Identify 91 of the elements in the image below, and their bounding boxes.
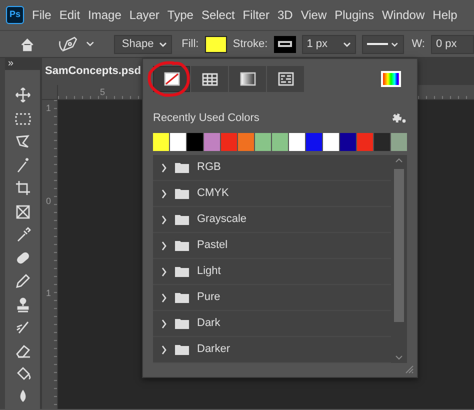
- folder-icon: [175, 214, 189, 225]
- folder-name[interactable]: Dark: [197, 315, 220, 332]
- section-label: Recently Used Colors: [153, 110, 260, 126]
- folder-icon: [175, 318, 189, 329]
- color-swatch[interactable]: [306, 133, 322, 151]
- color-swatch[interactable]: [391, 133, 407, 151]
- menu-item[interactable]: Select: [201, 6, 235, 24]
- chevron-icon[interactable]: [161, 318, 167, 328]
- folder-name[interactable]: RGB: [197, 159, 221, 176]
- line-style-dropdown[interactable]: [362, 34, 404, 54]
- chevron-icon[interactable]: [161, 292, 167, 302]
- menu-item[interactable]: Layer: [129, 6, 160, 24]
- menu-item[interactable]: Image: [88, 6, 122, 24]
- settings-icon[interactable]: [391, 112, 407, 124]
- frame-icon[interactable]: [14, 202, 32, 221]
- app-logo[interactable]: Ps: [6, 6, 24, 24]
- menu-item[interactable]: Type: [167, 6, 194, 24]
- width-field[interactable]: 0 px: [430, 34, 474, 54]
- ruler-label: 1: [46, 102, 52, 115]
- tool-mode-dropdown[interactable]: Shape: [114, 34, 172, 54]
- menu-item[interactable]: File: [32, 6, 52, 24]
- collapse-toggle[interactable]: »: [5, 58, 40, 70]
- folder-name[interactable]: Light: [197, 263, 221, 280]
- folder-name[interactable]: CMYK: [197, 185, 229, 202]
- width-label: W:: [412, 36, 425, 52]
- color-swatch[interactable]: [272, 133, 288, 151]
- move-icon[interactable]: [14, 86, 32, 104]
- color-swatch[interactable]: [374, 133, 390, 151]
- stroke-width-field[interactable]: 1 px: [302, 34, 356, 54]
- color-swatch[interactable]: [238, 133, 254, 151]
- ruler-label: 1: [46, 287, 52, 300]
- chevron-icon[interactable]: [161, 266, 167, 276]
- ruler-label: 5: [100, 86, 106, 99]
- home-icon[interactable]: [20, 36, 35, 52]
- swatch-type-tab[interactable]: [191, 66, 228, 92]
- chevron-icon[interactable]: [161, 162, 167, 172]
- chevron-icon[interactable]: [161, 240, 167, 250]
- menu-item[interactable]: View: [300, 6, 327, 24]
- folder-icon: [175, 188, 189, 199]
- scroll-up-icon[interactable]: [393, 157, 405, 165]
- caret-icon: [158, 42, 167, 46]
- menu-item[interactable]: Help: [432, 6, 458, 24]
- color-swatch[interactable]: [357, 133, 373, 151]
- color-swatch[interactable]: [221, 133, 237, 151]
- color-swatch[interactable]: [255, 133, 271, 151]
- crop-icon[interactable]: [14, 179, 32, 198]
- color-swatch[interactable]: [204, 133, 220, 151]
- caret-icon[interactable]: [86, 41, 94, 47]
- document-tab[interactable]: SamConcepts.psd: [42, 58, 144, 85]
- scroll-down-icon[interactable]: [393, 353, 405, 361]
- swatch-type-tab[interactable]: [267, 66, 304, 92]
- stroke-swatch[interactable]: [274, 36, 296, 52]
- chevron-icon[interactable]: [161, 214, 167, 224]
- folder-icon: [175, 240, 189, 251]
- color-picker-icon[interactable]: [381, 71, 401, 87]
- fill-swatch[interactable]: [204, 36, 227, 52]
- pattern-icon: [276, 71, 294, 87]
- pen-tool-icon[interactable]: [58, 35, 80, 53]
- color-swatch[interactable]: [323, 133, 339, 151]
- menu-item[interactable]: Edit: [59, 6, 80, 24]
- pencil-icon[interactable]: [14, 272, 32, 290]
- folder-icon: [175, 344, 189, 355]
- caret-icon: [342, 42, 351, 46]
- gradient-icon: [238, 71, 256, 87]
- color-swatch[interactable]: [289, 133, 305, 151]
- ruler-label: 0: [46, 195, 52, 208]
- folder-name[interactable]: Pure: [197, 289, 220, 306]
- folder-name[interactable]: Pastel: [197, 237, 228, 254]
- color-swatch[interactable]: [187, 133, 203, 151]
- stroke-label: Stroke:: [232, 36, 268, 52]
- color-swatch[interactable]: [170, 133, 186, 151]
- grid-icon: [200, 71, 218, 87]
- menu-item[interactable]: Plugins: [334, 6, 374, 24]
- menu-item[interactable]: Window: [382, 6, 425, 24]
- scrollbar[interactable]: [393, 157, 405, 361]
- folder-name[interactable]: Grayscale: [197, 211, 247, 228]
- folder-icon: [175, 266, 189, 277]
- chevron-icon[interactable]: [161, 188, 167, 198]
- color-swatch[interactable]: [340, 133, 356, 151]
- folder-icon: [175, 162, 189, 173]
- menu-item[interactable]: 3D: [277, 6, 293, 24]
- folder-icon: [175, 292, 189, 303]
- chevron-icon[interactable]: [161, 344, 167, 354]
- fill-label: Fill:: [182, 36, 199, 52]
- menu-item[interactable]: Filter: [242, 6, 270, 24]
- resize-grip[interactable]: [405, 365, 414, 374]
- color-swatch[interactable]: [153, 133, 169, 151]
- no-color-icon: [162, 71, 180, 87]
- swatch-type-tab[interactable]: [229, 66, 266, 92]
- folder-name[interactable]: Darker: [197, 341, 230, 358]
- caret-icon: [391, 42, 399, 46]
